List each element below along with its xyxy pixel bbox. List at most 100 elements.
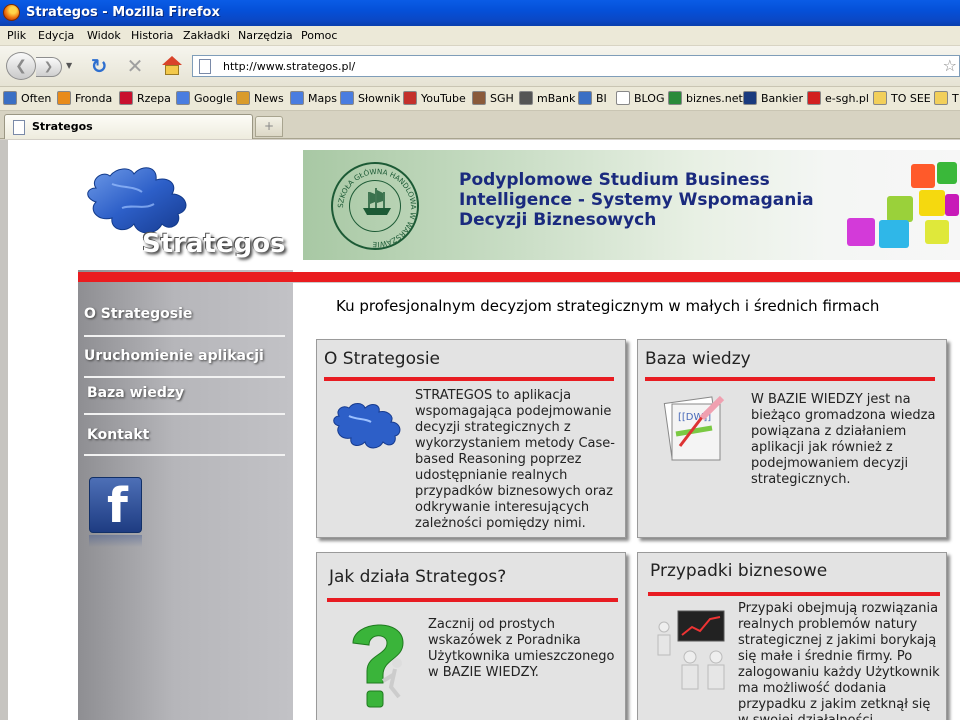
header-divider (293, 282, 960, 283)
sgh-seal-icon: SZKOŁA GŁÓWNA HANDLOWA W WARSZAWIE (331, 162, 419, 250)
bookmark-news[interactable]: News (236, 91, 284, 108)
bookmark-sgh[interactable]: SGH (472, 91, 514, 108)
bookmark-label: BLOG (634, 92, 665, 105)
biznes-icon (668, 91, 682, 105)
puzzle-icon (333, 403, 401, 449)
bookmark-biznes-net[interactable]: biznes.net (668, 91, 743, 108)
bankier-icon (743, 91, 757, 105)
reload-icon[interactable]: ↻ (88, 55, 110, 77)
ship-icon (363, 188, 391, 215)
bookmark-youtube[interactable]: YouTube (403, 91, 466, 108)
nav-baza-wiedzy[interactable]: Baza wiedzy (87, 385, 292, 401)
bookmark-label: Bankier (761, 92, 803, 105)
folder-icon (873, 91, 887, 105)
bookmark-star-icon[interactable]: ☆ (943, 56, 957, 75)
forward-button[interactable]: ❯ (36, 57, 62, 77)
bookmark-e-sgh-pl[interactable]: e-sgh.pl (807, 91, 869, 108)
fronda-icon (57, 91, 71, 105)
card-przypadki-biznesowe: Przypadki biznesowe Przypaki obejmują ro… (637, 552, 947, 720)
nav-kontakt[interactable]: Kontakt (87, 427, 292, 443)
new-tab-button[interactable]: + (255, 116, 283, 137)
menu-view[interactable]: Widok (87, 29, 121, 42)
tab-strategos[interactable]: Strategos (4, 114, 253, 139)
search-bookmark-icon (3, 91, 17, 105)
menu-bookmarks[interactable]: Zakładki (183, 29, 230, 42)
folder-icon (934, 91, 948, 105)
facebook-reflection (89, 535, 142, 547)
menu-edit[interactable]: Edycja (38, 29, 74, 42)
bookmark-label: SGH (490, 92, 514, 105)
business-people-icon (657, 610, 725, 690)
bookmark-rzepa[interactable]: Rzepa (119, 91, 171, 108)
nav-o-strategosie[interactable]: O Strategosie (84, 306, 289, 322)
bookmark-fronda[interactable]: Fronda (57, 91, 112, 108)
back-button[interactable]: ❮ (6, 52, 36, 80)
menu-bar: Plik Edycja Widok Historia Zakładki Narz… (0, 26, 960, 46)
bookmark-label: e-sgh.pl (825, 92, 869, 105)
colored-cubes-icon (847, 162, 959, 248)
bookmark-label: biznes.net (686, 92, 743, 105)
address-bar[interactable]: http://www.strategos.pl/ ☆ (192, 55, 960, 77)
bookmark-bankier[interactable]: Bankier (743, 91, 803, 108)
card-red-line (648, 592, 940, 596)
menu-history[interactable]: Historia (131, 29, 173, 42)
home-icon[interactable] (160, 55, 184, 77)
esgh-icon (807, 91, 821, 105)
page-icon (199, 59, 211, 74)
page-slogan: Ku profesjonalnym decyzjom strategicznym… (336, 297, 880, 315)
card-jak-dziala: Jak działa Strategos? Zacznij od prostyc… (316, 552, 626, 720)
page-left-column (8, 148, 78, 720)
bookmark-mbank[interactable]: mBank (519, 91, 575, 108)
bookmark-google[interactable]: Google (176, 91, 233, 108)
bookmark-label: Maps (308, 92, 337, 105)
database-documents-icon: [[DW]] (663, 395, 725, 461)
card-text: STRATEGOS to aplikacja wspomagająca pode… (415, 388, 615, 531)
bookmark-maps[interactable]: Maps (290, 91, 337, 108)
window-titlebar: Strategos - Mozilla Firefox (0, 0, 960, 26)
navigation-toolbar: ❮ ❯ ▼ ↻ ✕ http://www.strategos.pl/ ☆ (0, 46, 960, 86)
bookmark-label: News (254, 92, 284, 105)
card-text: Zacznij od prostych wskazówek z Poradnik… (428, 617, 615, 680)
bookmark-label: Often (21, 92, 52, 105)
bi-icon (578, 91, 592, 105)
bookmark-blog[interactable]: BLOG (616, 91, 664, 108)
bookmark-bi[interactable]: BI (578, 91, 607, 108)
bookmark-s-ownik[interactable]: Słownik (340, 91, 400, 108)
bookmark-label: Fronda (75, 92, 113, 105)
card-text: Przypaki obejmują rozwiązania realnych p… (738, 601, 940, 720)
forward-arrow-icon: ❯ (43, 60, 54, 73)
card-title[interactable]: Przypadki biznesowe (650, 561, 827, 581)
card-title[interactable]: Baza wiedzy (645, 349, 751, 369)
nav-uruchomienie-aplikacji[interactable]: Uruchomienie aplikacji (84, 348, 289, 364)
site-logo-text[interactable]: Strategos (142, 229, 286, 259)
page-viewport: Strategos SZKOŁA GŁÓWNA HANDLOWA W WARSZ… (0, 140, 960, 720)
nav-divider (84, 376, 285, 378)
bookmark-often[interactable]: Often (3, 91, 51, 108)
firefox-icon (3, 4, 20, 21)
bookmark-label: YouTube (421, 92, 466, 105)
google-icon (176, 91, 190, 105)
url-text[interactable]: http://www.strategos.pl/ (223, 60, 355, 73)
bookmark-label: mBank (537, 92, 576, 105)
menu-tools[interactable]: Narzędzia (238, 29, 293, 42)
bookmark-to-see[interactable]: TO SEE (873, 91, 931, 108)
bookmark-label: Słownik (358, 92, 401, 105)
card-title[interactable]: O Strategosie (324, 349, 440, 369)
history-dropdown-icon[interactable]: ▼ (66, 61, 72, 70)
nav-divider (84, 454, 285, 456)
menu-file[interactable]: Plik (7, 29, 26, 42)
header-banner: SZKOŁA GŁÓWNA HANDLOWA W WARSZAWIE Podyp… (303, 150, 960, 260)
news-icon (236, 91, 250, 105)
plus-icon: + (263, 119, 275, 133)
facebook-icon[interactable]: f (89, 477, 142, 534)
bookmark-t[interactable]: T (934, 91, 959, 108)
menu-help[interactable]: Pomoc (301, 29, 337, 42)
question-mark-figure-icon (352, 624, 404, 708)
bookmark-label: TO SEE (891, 92, 931, 105)
mbank-icon (519, 91, 533, 105)
nav-divider (84, 335, 285, 337)
card-baza-wiedzy: Baza wiedzy [[DW]] W BAZIE WIEDZY jest n… (637, 339, 947, 538)
bookmark-label: T (952, 92, 959, 105)
card-title[interactable]: Jak działa Strategos? (329, 567, 506, 587)
stop-icon[interactable]: ✕ (124, 55, 146, 77)
